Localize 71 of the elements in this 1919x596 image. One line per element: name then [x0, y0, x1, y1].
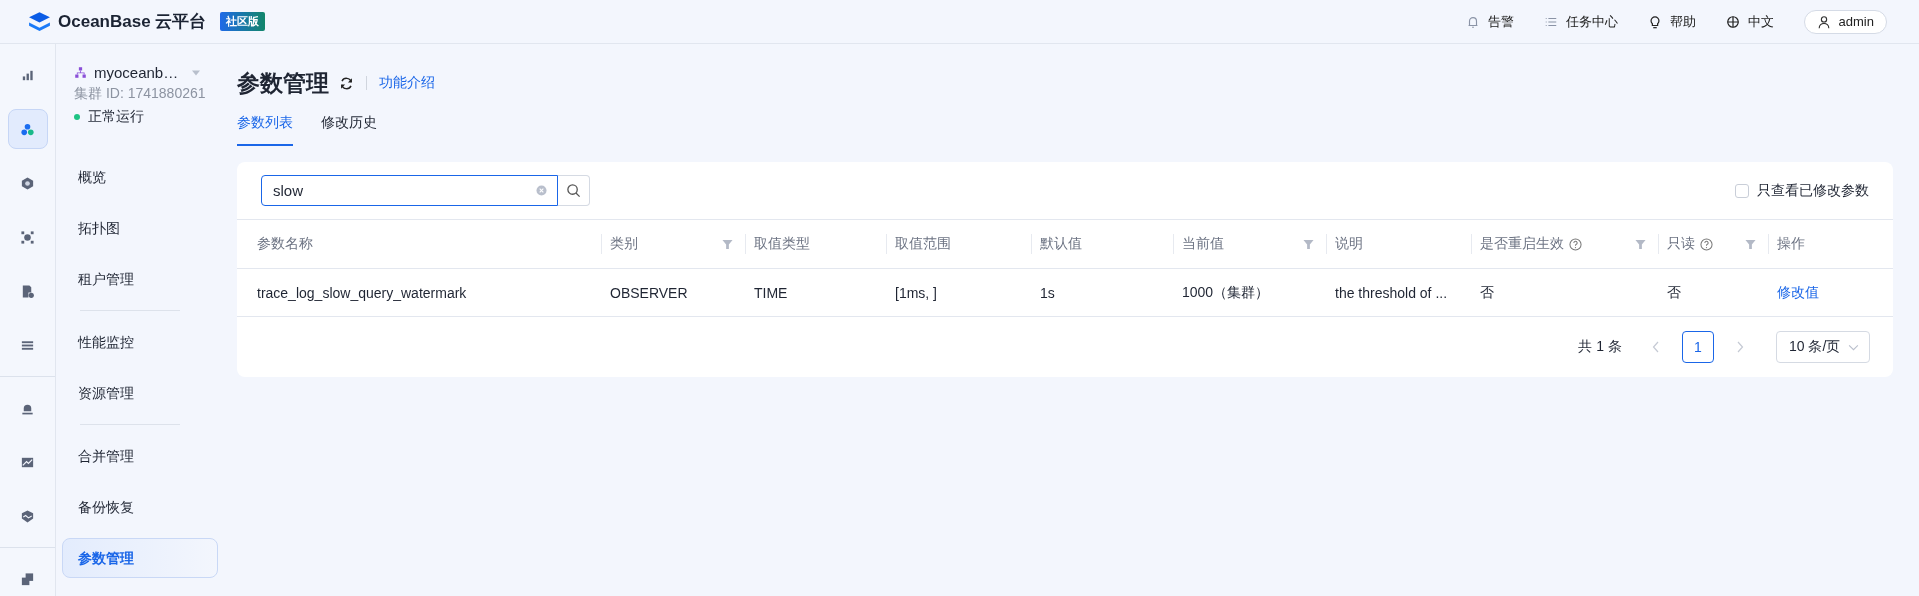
filter-icon[interactable]	[1745, 238, 1756, 250]
column-header: 当前值	[1182, 235, 1224, 253]
cluster-name[interactable]: myoceanb…	[94, 64, 179, 81]
status-dot	[74, 114, 80, 120]
search-field[interactable]: slow	[261, 175, 558, 206]
filter-icon[interactable]	[1303, 238, 1314, 250]
help-icon[interactable]	[1569, 237, 1582, 251]
tab[interactable]: 修改历史	[321, 108, 377, 146]
table-cell: the threshold of ...	[1335, 284, 1448, 301]
page-title: 参数管理	[237, 68, 329, 98]
help-icon[interactable]	[1700, 237, 1713, 251]
refresh-icon[interactable]	[339, 75, 354, 91]
sidebar-item[interactable]: 资源管理	[62, 373, 218, 413]
column-header: 取值范围	[895, 235, 951, 253]
search-button[interactable]	[558, 175, 590, 206]
sidebar-item[interactable]: 拓扑图	[62, 208, 218, 248]
globe-icon	[1725, 14, 1740, 29]
column-header: 是否重启生效	[1480, 235, 1564, 253]
brand-name: OceanBase 云平台	[58, 11, 207, 33]
intro-link[interactable]: 功能介绍	[379, 74, 435, 92]
sidebar-item[interactable]: 备份恢复	[62, 487, 218, 527]
table-cell: 否	[1667, 283, 1681, 300]
column-header: 只读	[1667, 235, 1695, 253]
nodes-icon	[20, 229, 35, 245]
sidebar-item[interactable]: 参数管理	[62, 538, 218, 578]
cluster-status: 正常运行	[88, 108, 144, 126]
page-button[interactable]: 1	[1682, 331, 1714, 363]
hierarchy-icon	[74, 66, 87, 79]
sidebar-item[interactable]: 租户管理	[62, 259, 218, 299]
table-cell: 1s	[1040, 284, 1055, 301]
search-icon	[566, 183, 581, 198]
cluster-id: 集群 ID: 1741880261	[74, 85, 207, 103]
logo-icon	[27, 11, 52, 32]
table-cell: OBSERVER	[610, 284, 688, 301]
checkbox[interactable]	[1735, 183, 1749, 198]
shield-icon	[20, 508, 35, 524]
column-header: 默认值	[1040, 235, 1082, 253]
cluster-icon	[20, 121, 35, 137]
header-link[interactable]: 中文	[1725, 12, 1774, 31]
edit-link[interactable]: 修改值	[1777, 283, 1819, 300]
header-link[interactable]: 告警	[1465, 12, 1514, 31]
user-button[interactable]: admin	[1803, 9, 1887, 34]
table-cell: 否	[1480, 283, 1494, 300]
column-header: 参数名称	[257, 235, 313, 253]
rail-button[interactable]	[7, 109, 48, 149]
edition-badge: 社区版	[220, 12, 266, 31]
sidebar-item[interactable]: 概览	[62, 157, 218, 197]
column-header: 取值类型	[754, 235, 810, 253]
chevron-down-icon	[1848, 343, 1859, 351]
table-cell: TIME	[754, 284, 788, 301]
table-cell: trace_log_slow_query_watermark	[257, 284, 467, 301]
table-cell: 1000（集群）	[1182, 283, 1270, 300]
header-link[interactable]: 任务中心	[1543, 12, 1618, 31]
total-count: 共 1 条	[1578, 338, 1622, 356]
tab[interactable]: 参数列表	[237, 108, 293, 146]
filter-icon[interactable]	[1635, 238, 1646, 250]
table-cell: [1ms, ]	[895, 284, 937, 301]
sidebar-item[interactable]: 合并管理	[62, 436, 218, 476]
copy-icon	[20, 571, 35, 587]
filter-icon[interactable]	[722, 238, 733, 250]
checkbox-label[interactable]: 只查看已修改参数	[1757, 181, 1869, 200]
user-icon	[1816, 14, 1831, 29]
page-size-select[interactable]: 10 条/页	[1776, 331, 1870, 363]
bulb-icon	[1647, 14, 1662, 29]
column-header: 类别	[610, 235, 638, 253]
document-icon	[20, 283, 35, 299]
column-header: 操作	[1777, 235, 1805, 253]
column-header: 说明	[1335, 235, 1363, 253]
header-link[interactable]: 帮助	[1647, 12, 1696, 31]
hexagon-icon	[20, 175, 35, 191]
sidebar-item[interactable]: 性能监控	[62, 322, 218, 362]
